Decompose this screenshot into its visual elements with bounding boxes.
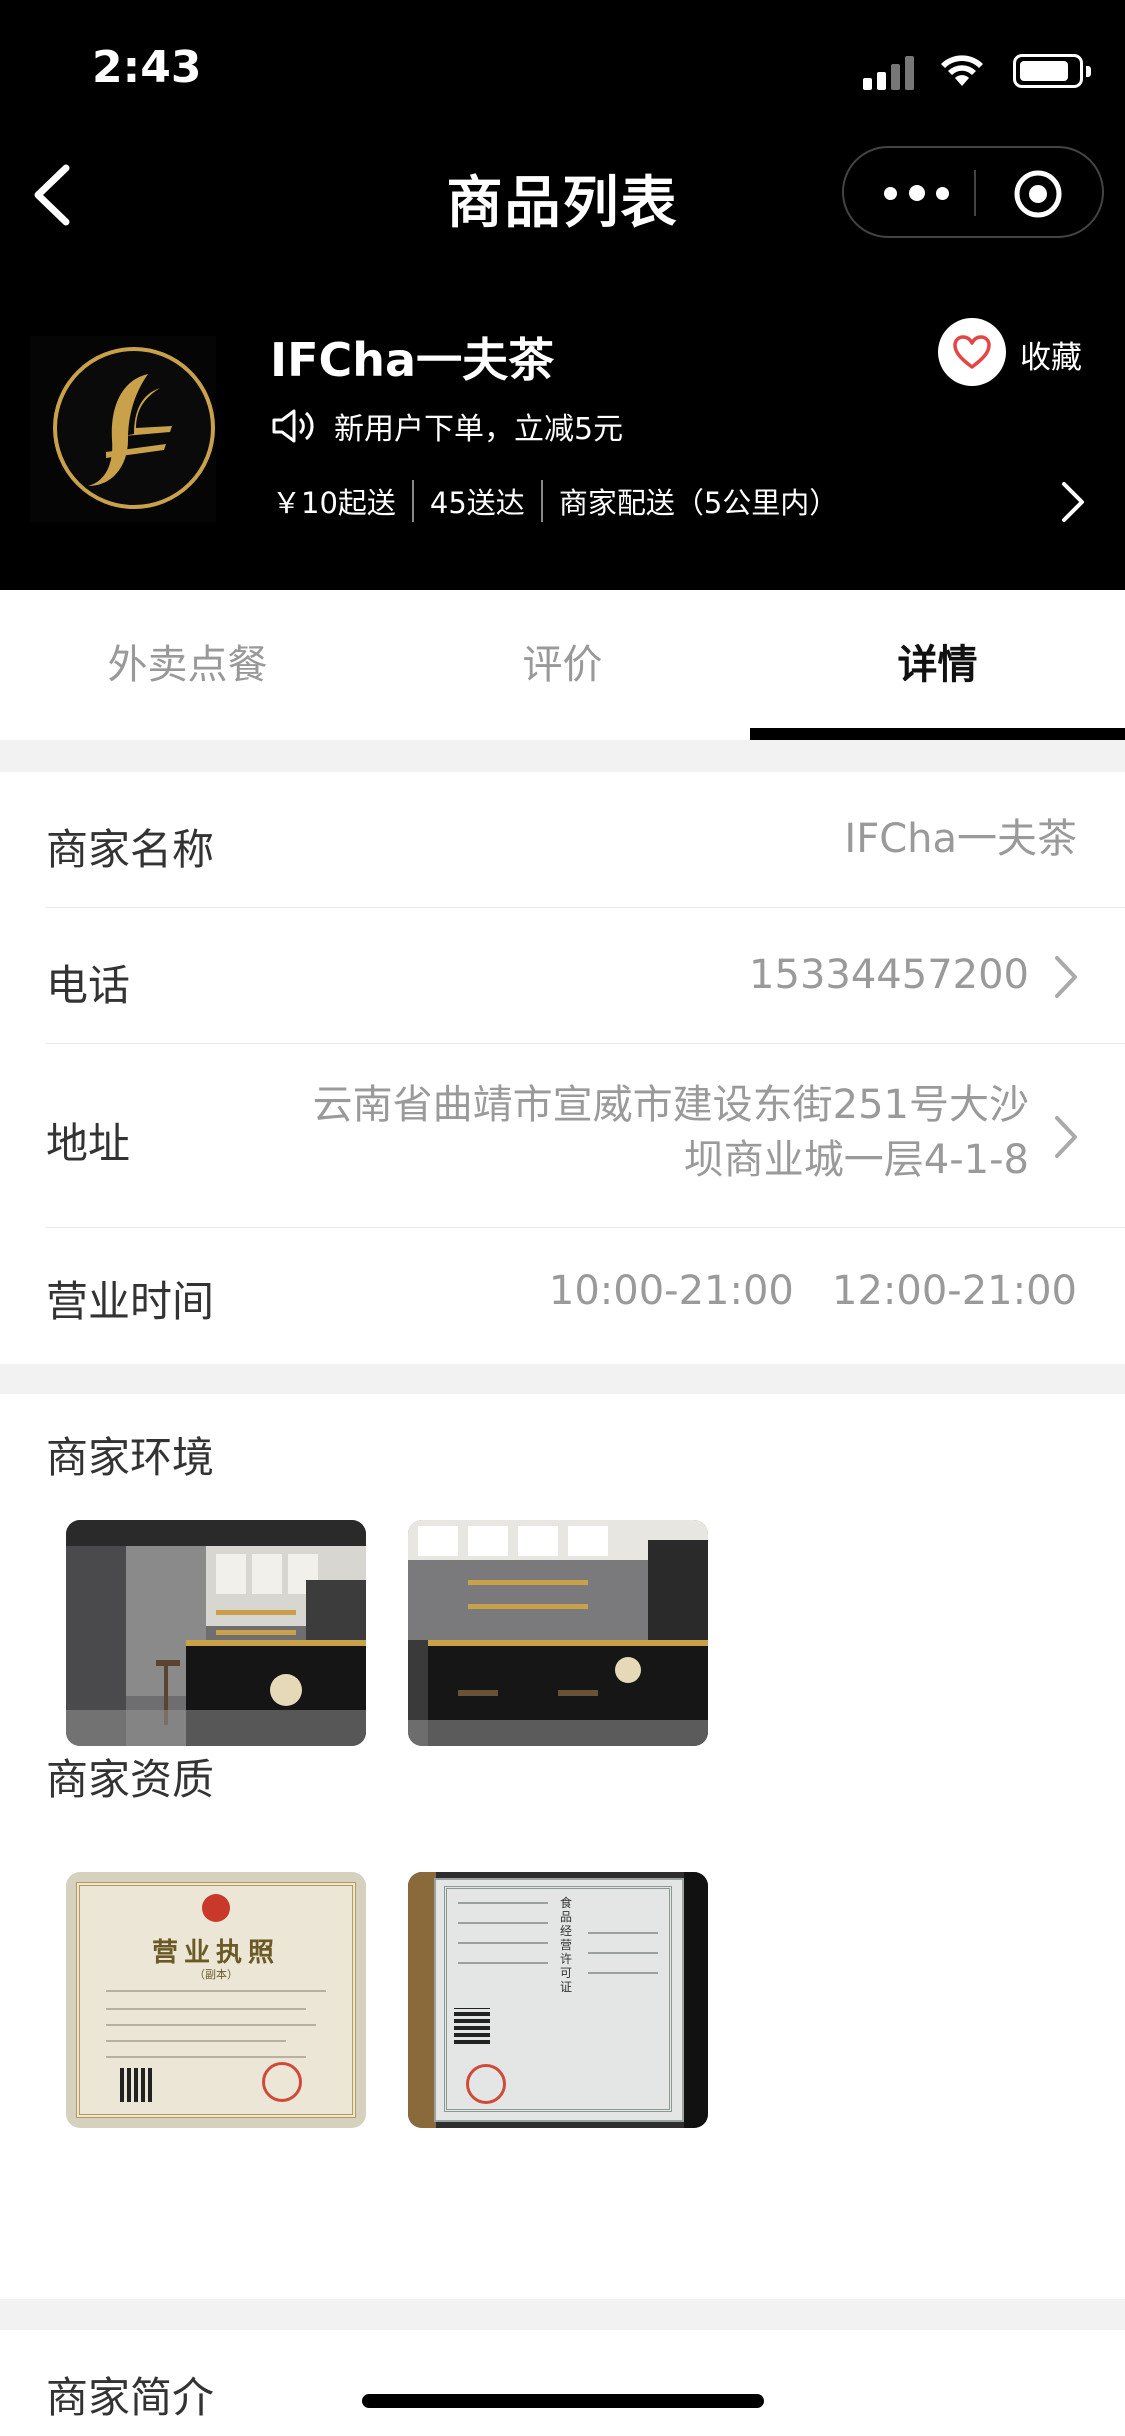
status-time: 2:43 xyxy=(92,42,202,93)
emblem-icon xyxy=(202,1894,230,1922)
speaker-icon xyxy=(272,409,314,443)
mini-program-capsule xyxy=(842,146,1104,238)
signal-icon xyxy=(863,50,923,90)
license-subtitle: （副本） xyxy=(194,1968,238,1981)
chevron-right-icon[interactable] xyxy=(1058,480,1088,524)
row-label: 商家名称 xyxy=(46,825,215,874)
favorite-button[interactable] xyxy=(938,318,1006,386)
status-icons xyxy=(863,50,1091,90)
row-value: IFCha一夫茶 xyxy=(844,816,1077,862)
divider xyxy=(411,480,414,522)
section-title-qualification: 商家资质 xyxy=(46,1755,215,1804)
address-value[interactable]: 云南省曲靖市宣威市建设东街251号大沙 坝商业城一层4-1-8 xyxy=(313,1078,1029,1188)
permit-title: 食品经营许可证 xyxy=(560,1896,573,1994)
tab-details[interactable]: 详情 xyxy=(750,590,1125,740)
phone-value[interactable]: 15334457200 xyxy=(749,948,1029,1003)
store-photo[interactable] xyxy=(66,1520,366,1746)
shop-intro-section: 商家简介 xyxy=(0,2330,1125,2436)
heart-icon xyxy=(953,335,991,369)
row-label: 营业时间 xyxy=(46,1277,215,1326)
section-title-intro: 商家简介 xyxy=(46,2373,215,2422)
address-line-1: 云南省曲靖市宣威市建设东街251号大沙 xyxy=(312,1082,1029,1128)
food-permit-photo[interactable]: 食品经营许可证 xyxy=(408,1872,708,2128)
delivery-range: 商家配送（5公里内） xyxy=(558,486,839,520)
divider xyxy=(540,480,543,522)
min-order: ￥10起送 xyxy=(272,486,396,520)
business-license-photo[interactable]: 营业执照 （副本） xyxy=(66,1872,366,2128)
delivery-time: 45送达 xyxy=(429,486,525,520)
delivery-info: ￥10起送 45送达 商家配送（5公里内） xyxy=(272,480,838,522)
shop-logo xyxy=(30,336,216,522)
seal-icon xyxy=(262,2062,302,2102)
tab-bar: 外卖点餐 评价 详情 xyxy=(0,590,1125,740)
info-row-name: 商家名称 IFCha一夫茶 xyxy=(46,772,1125,908)
tab-reviews[interactable]: 评价 xyxy=(375,590,750,740)
chevron-right-icon[interactable] xyxy=(1051,952,1081,1002)
seal-icon xyxy=(466,2064,506,2104)
hours-value: 10:00-21:00 12:00-21:00 xyxy=(548,1268,1077,1314)
row-label: 电话 xyxy=(46,961,131,1010)
license-title: 营业执照 xyxy=(151,1938,280,1968)
section-title-environment: 商家环境 xyxy=(46,1433,215,1482)
promo-text: 新用户下单，立减5元 xyxy=(334,412,624,447)
qr-code-icon xyxy=(454,2008,490,2044)
info-row-address[interactable]: 地址 云南省曲靖市宣威市建设东街251号大沙 坝商业城一层4-1-8 xyxy=(46,1044,1125,1228)
shop-name: IFCha一夫茶 xyxy=(270,333,555,387)
row-label: 地址 xyxy=(46,1119,131,1168)
home-indicator[interactable] xyxy=(362,2394,764,2408)
more-dots-icon[interactable] xyxy=(884,178,954,208)
tab-order[interactable]: 外卖点餐 xyxy=(0,590,375,740)
shop-info-card: 商家名称 IFCha一夫茶 电话 15334457200 地址 云南省曲靖市宣威… xyxy=(0,772,1125,1364)
store-photo[interactable] xyxy=(408,1520,708,1746)
address-line-2: 坝商业城一层4-1-8 xyxy=(683,1137,1029,1183)
info-row-hours: 营业时间 10:00-21:00 12:00-21:00 xyxy=(46,1228,1125,1364)
close-circle-icon[interactable] xyxy=(1012,168,1064,220)
shop-header: 2:43 商品列表 IFCha一夫茶 新用户下单，立减5元 ￥10起送 45送达… xyxy=(0,0,1125,590)
shop-media: 商家环境 商家资质 营业执照 （副本） 食品经营许可证 xyxy=(0,1394,1125,2299)
qr-code-icon xyxy=(120,2068,154,2102)
chevron-right-icon[interactable] xyxy=(1051,1112,1081,1162)
wifi-icon xyxy=(941,55,983,86)
promo-row: 新用户下单，立减5元 xyxy=(270,404,623,448)
battery-icon xyxy=(1013,54,1091,88)
active-tab-indicator xyxy=(750,728,1125,740)
favorite-label[interactable]: 收藏 xyxy=(1020,332,1082,377)
info-row-phone[interactable]: 电话 15334457200 xyxy=(46,908,1125,1044)
